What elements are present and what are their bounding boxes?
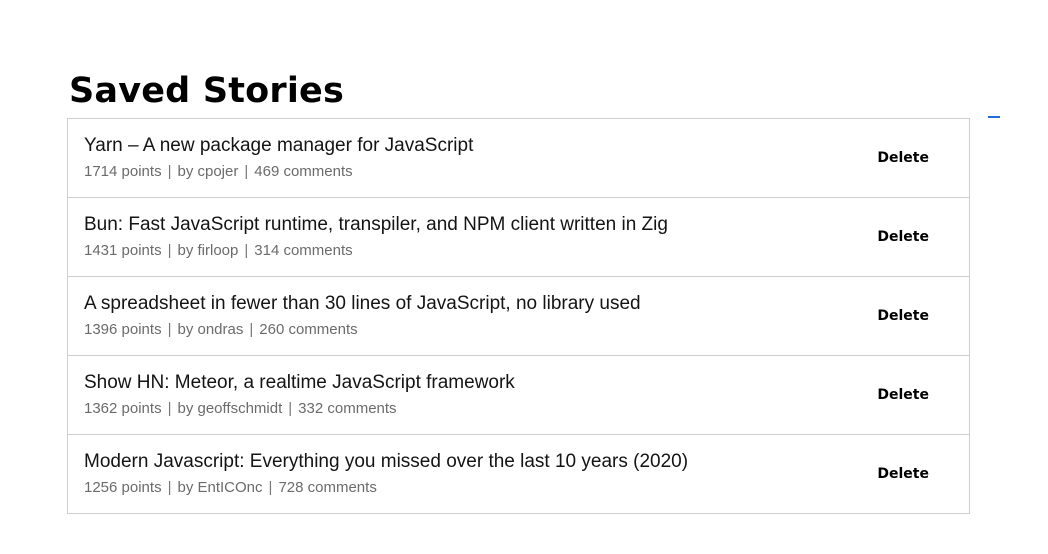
- meta-separator: |: [249, 321, 254, 338]
- story-meta: 1431 points | by firloop | 314 comments: [84, 241, 353, 261]
- story-author[interactable]: by EntICOnc: [177, 479, 262, 496]
- saved-stories-list: Yarn – A new package manager for JavaScr…: [67, 118, 970, 514]
- edge-marker: [988, 116, 1000, 118]
- delete-button[interactable]: Delete: [877, 308, 929, 324]
- delete-button[interactable]: Delete: [877, 466, 929, 482]
- story-author[interactable]: by cpojer: [177, 163, 238, 180]
- story-title[interactable]: A spreadsheet in fewer than 30 lines of …: [84, 292, 641, 316]
- story-points: 1431 points: [84, 242, 162, 259]
- story-author[interactable]: by firloop: [177, 242, 238, 259]
- meta-separator: |: [288, 400, 293, 417]
- story-meta: 1256 points | by EntICOnc | 728 comments: [84, 478, 377, 498]
- story-title[interactable]: Yarn – A new package manager for JavaScr…: [84, 134, 473, 158]
- story-title[interactable]: Show HN: Meteor, a realtime JavaScript f…: [84, 371, 515, 395]
- delete-button[interactable]: Delete: [877, 387, 929, 403]
- delete-button[interactable]: Delete: [877, 229, 929, 245]
- story-author[interactable]: by ondras: [177, 321, 243, 338]
- story-title[interactable]: Modern Javascript: Everything you missed…: [84, 450, 688, 474]
- story-comments[interactable]: 332 comments: [298, 400, 396, 417]
- story-meta: 1714 points | by cpojer | 469 comments: [84, 162, 353, 182]
- story-points: 1362 points: [84, 400, 162, 417]
- meta-separator: |: [268, 479, 273, 496]
- story-meta: 1396 points | by ondras | 260 comments: [84, 320, 358, 340]
- story-comments[interactable]: 469 comments: [254, 163, 352, 180]
- story-points: 1396 points: [84, 321, 162, 338]
- story-item: Show HN: Meteor, a realtime JavaScript f…: [67, 355, 970, 435]
- meta-separator: |: [167, 242, 172, 259]
- meta-separator: |: [244, 163, 249, 180]
- meta-separator: |: [167, 321, 172, 338]
- story-points: 1256 points: [84, 479, 162, 496]
- story-comments[interactable]: 728 comments: [278, 479, 376, 496]
- meta-separator: |: [167, 400, 172, 417]
- meta-separator: |: [167, 479, 172, 496]
- story-meta: 1362 points | by geoffschmidt | 332 comments: [84, 399, 397, 419]
- story-item: Bun: Fast JavaScript runtime, transpiler…: [67, 197, 970, 277]
- page-title: Saved Stories: [69, 71, 345, 111]
- story-item: Yarn – A new package manager for JavaScr…: [67, 118, 970, 198]
- story-item: Modern Javascript: Everything you missed…: [67, 434, 970, 514]
- story-title[interactable]: Bun: Fast JavaScript runtime, transpiler…: [84, 213, 668, 237]
- story-item: A spreadsheet in fewer than 30 lines of …: [67, 276, 970, 356]
- story-author[interactable]: by geoffschmidt: [177, 400, 282, 417]
- story-comments[interactable]: 314 comments: [254, 242, 352, 259]
- story-comments[interactable]: 260 comments: [259, 321, 357, 338]
- meta-separator: |: [244, 242, 249, 259]
- meta-separator: |: [167, 163, 172, 180]
- delete-button[interactable]: Delete: [877, 150, 929, 166]
- story-points: 1714 points: [84, 163, 162, 180]
